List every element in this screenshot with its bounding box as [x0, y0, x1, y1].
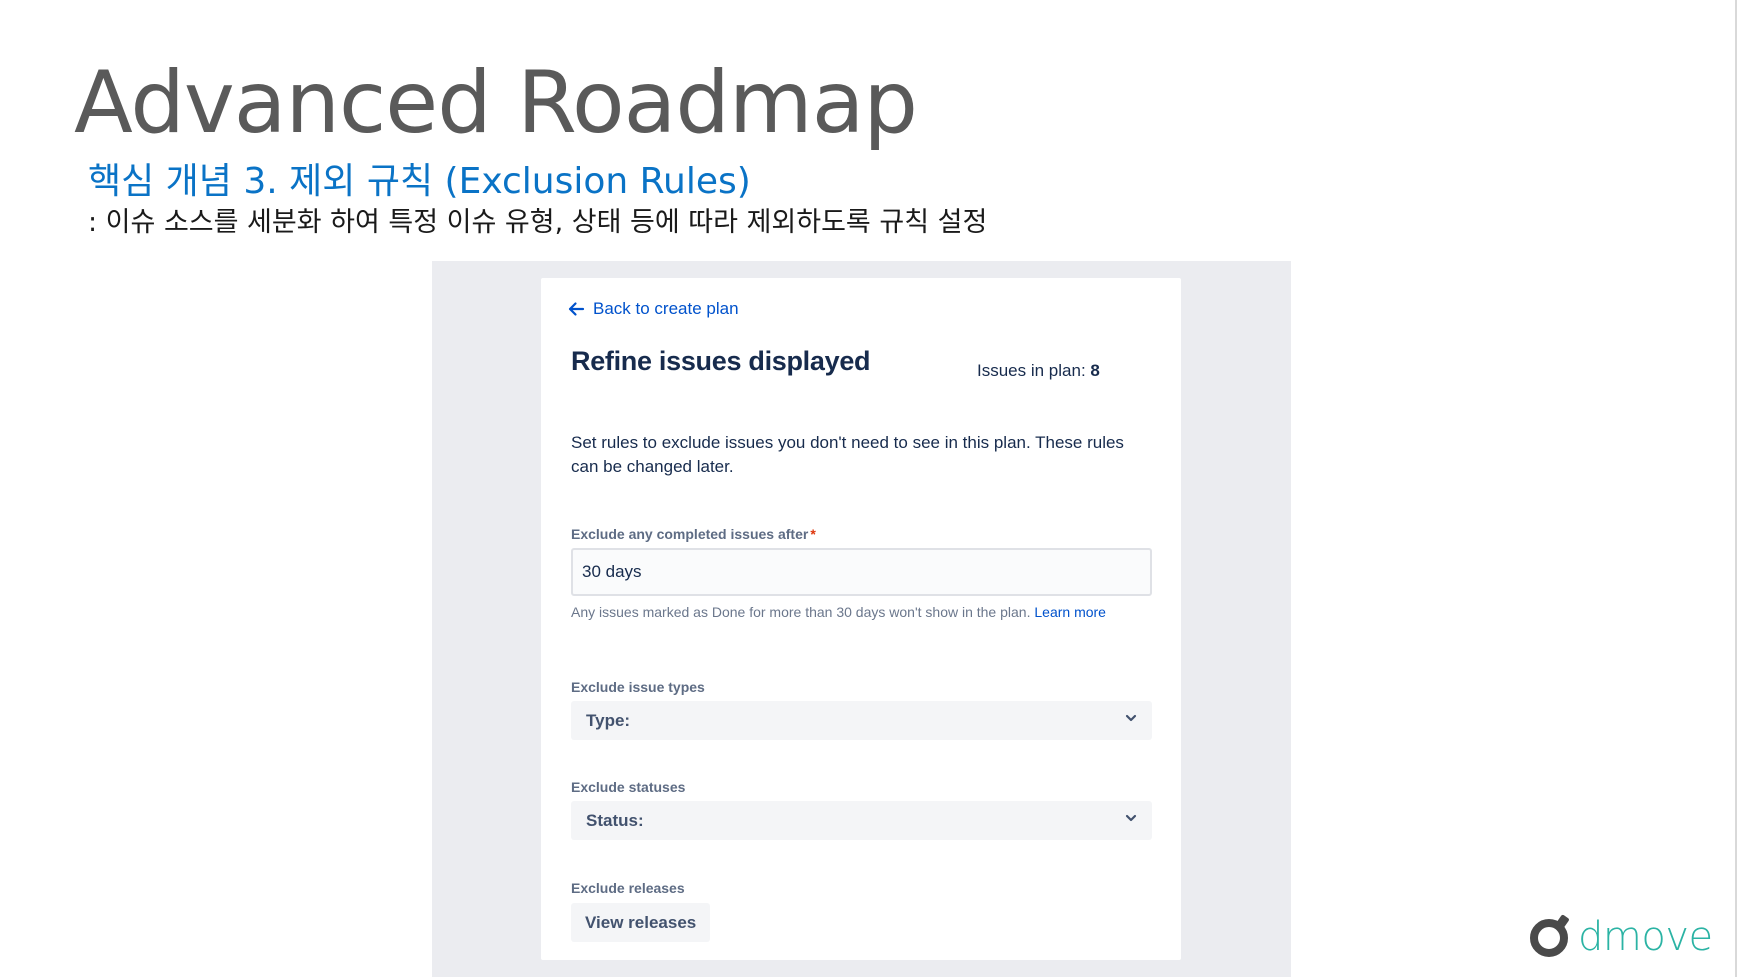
chevron-down-icon — [1124, 711, 1138, 730]
slide-subtitle: 핵심 개념 3. 제외 규칙 (Exclusion Rules) — [88, 161, 751, 202]
statuses-label: Exclude statuses — [571, 779, 686, 795]
arrow-left-icon — [567, 300, 585, 318]
completed-days-input[interactable] — [571, 548, 1152, 596]
issues-in-plan-count: 8 — [1090, 361, 1100, 380]
dmove-logo: dmove — [1530, 912, 1713, 962]
issue-type-select[interactable]: Type: — [571, 701, 1152, 740]
learn-more-link[interactable]: Learn more — [1034, 604, 1106, 620]
back-to-create-plan-link[interactable]: Back to create plan — [567, 294, 739, 324]
completed-issues-label-text: Exclude any completed issues after — [571, 526, 809, 542]
helper-text: Any issues marked as Done for more than … — [571, 604, 1031, 620]
view-releases-button[interactable]: View releases — [571, 903, 711, 942]
releases-label: Exclude releases — [571, 880, 685, 896]
refine-issues-panel: Back to create plan Refine issues displa… — [541, 278, 1181, 960]
issues-in-plan: Issues in plan: 8 — [977, 361, 1100, 381]
chevron-down-icon — [1124, 811, 1138, 830]
dmove-logo-mark — [1530, 913, 1572, 962]
slide-description: : 이슈 소스를 세분화 하여 특정 이슈 유형, 상태 등에 따라 제외하도록… — [88, 207, 988, 238]
status-select-label: Status: — [586, 810, 644, 830]
issue-type-select-label: Type: — [586, 710, 631, 730]
intro-text: Set rules to exclude issues you don't ne… — [571, 433, 1124, 476]
logo-wordmark: dmove — [1578, 914, 1713, 960]
back-link-label: Back to create plan — [593, 299, 739, 318]
completed-issues-helper: Any issues marked as Done for more than … — [571, 602, 1141, 622]
issues-in-plan-label: Issues in plan: — [977, 361, 1091, 380]
required-mark: * — [810, 526, 816, 542]
panel-title: Refine issues displayed — [571, 346, 871, 376]
slide-title: Advanced Roadmap — [74, 53, 918, 153]
completed-issues-label: Exclude any completed issues after * — [571, 526, 816, 542]
status-select[interactable]: Status: — [571, 801, 1152, 840]
screenshot-frame: Back to create plan Refine issues displa… — [432, 261, 1291, 977]
issue-types-label: Exclude issue types — [571, 679, 705, 695]
